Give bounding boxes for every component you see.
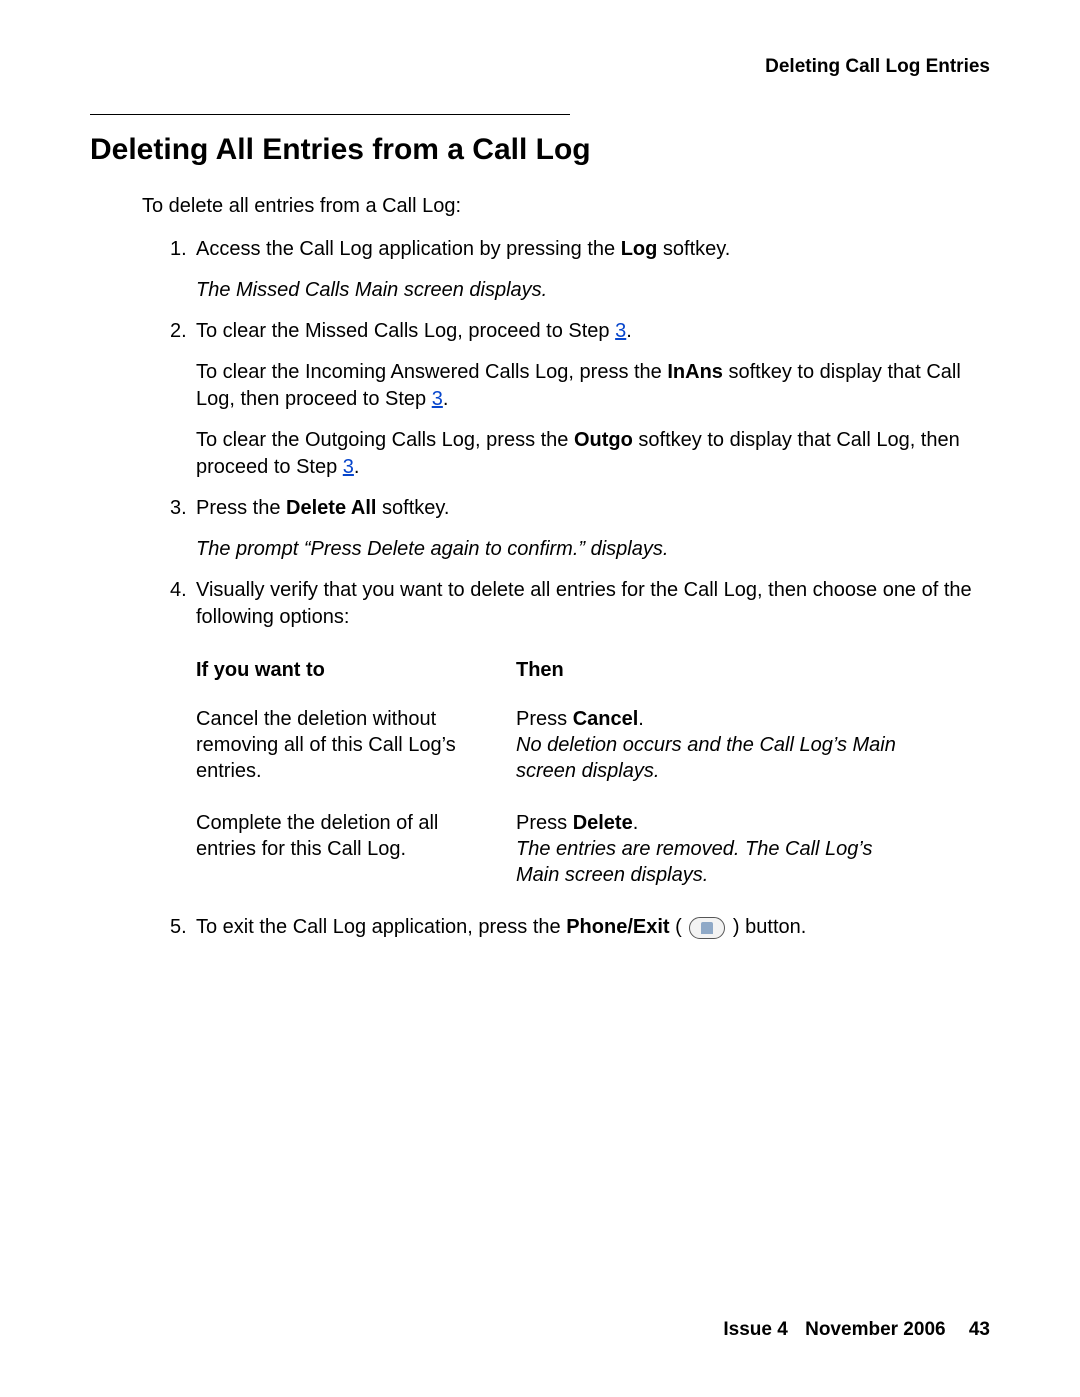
intro-text: To delete all entries from a Call Log: bbox=[142, 195, 990, 218]
step-text: Access the Call Log application by press… bbox=[196, 238, 621, 260]
table-header-then: Then bbox=[516, 657, 916, 684]
step-5: 5. To exit the Call Log application, pre… bbox=[170, 914, 990, 941]
then-text: . bbox=[633, 812, 639, 834]
table-cell-then: Press Delete. The entries are removed. T… bbox=[516, 810, 916, 888]
step-text: To clear the Missed Calls Log, proceed t… bbox=[196, 320, 615, 342]
step-cross-ref[interactable]: 3 bbox=[343, 456, 354, 478]
decision-table: If you want to Then Cancel the deletion … bbox=[196, 657, 916, 888]
procedure-list: 1. Access the Call Log application by pr… bbox=[170, 236, 990, 941]
step-text: To clear the Outgoing Calls Log, press t… bbox=[196, 429, 574, 451]
step-text: . bbox=[443, 388, 449, 410]
step-text: button. bbox=[745, 916, 806, 938]
then-text: Press bbox=[516, 708, 573, 730]
section-title: Deleting All Entries from a Call Log bbox=[90, 133, 990, 167]
softkey-name: Delete All bbox=[286, 497, 376, 519]
then-text: Press bbox=[516, 812, 573, 834]
step-text: To clear the Incoming Answered Calls Log… bbox=[196, 361, 667, 383]
step-cross-ref[interactable]: 3 bbox=[432, 388, 443, 410]
section-rule bbox=[90, 114, 570, 115]
step-text: softkey. bbox=[376, 497, 449, 519]
step-2: 2. To clear the Missed Calls Log, procee… bbox=[170, 318, 990, 481]
softkey-name: Delete bbox=[573, 812, 633, 834]
softkey-name: Cancel bbox=[573, 708, 639, 730]
step-text: ) bbox=[727, 916, 745, 938]
running-header: Deleting Call Log Entries bbox=[90, 56, 990, 78]
step-text: Visually verify that you want to delete … bbox=[196, 579, 972, 628]
table-row: Complete the deletion of all entries for… bbox=[196, 810, 916, 888]
table-row: Cancel the deletion without removing all… bbox=[196, 706, 916, 784]
table-cell-if: Cancel the deletion without removing all… bbox=[196, 706, 516, 784]
step-text: Press the bbox=[196, 497, 286, 519]
document-page: Deleting Call Log Entries Deleting All E… bbox=[0, 0, 1080, 1397]
step-4: 4. Visually verify that you want to dele… bbox=[170, 577, 990, 888]
then-result: The entries are removed. The Call Log’s … bbox=[516, 838, 872, 886]
footer-issue: Issue 4 bbox=[723, 1319, 787, 1340]
step-number: 5. bbox=[170, 914, 187, 941]
then-text: . bbox=[638, 708, 644, 730]
button-name: Phone/Exit bbox=[566, 916, 669, 938]
step-result: The prompt “Press Delete again to confir… bbox=[196, 538, 668, 560]
step-result: The Missed Calls Main screen displays. bbox=[196, 279, 547, 301]
table-cell-if: Complete the deletion of all entries for… bbox=[196, 810, 516, 888]
step-number: 2. bbox=[170, 318, 187, 345]
step-1: 1. Access the Call Log application by pr… bbox=[170, 236, 990, 304]
table-cell-then: Press Cancel. No deletion occurs and the… bbox=[516, 706, 916, 784]
step-number: 3. bbox=[170, 495, 187, 522]
step-text: To exit the Call Log application, press … bbox=[196, 916, 566, 938]
then-result: No deletion occurs and the Call Log’s Ma… bbox=[516, 734, 896, 782]
phone-exit-icon bbox=[689, 917, 725, 939]
page-footer: Issue 4 November 2006 43 bbox=[723, 1319, 990, 1341]
footer-page-number: 43 bbox=[969, 1319, 990, 1340]
softkey-name: InAns bbox=[667, 361, 723, 383]
step-3: 3. Press the Delete All softkey. The pro… bbox=[170, 495, 990, 563]
table-header-if: If you want to bbox=[196, 657, 516, 684]
step-number: 1. bbox=[170, 236, 187, 263]
softkey-name: Log bbox=[621, 238, 658, 260]
step-text: softkey. bbox=[657, 238, 730, 260]
step-text: . bbox=[354, 456, 360, 478]
footer-date: November 2006 bbox=[805, 1319, 945, 1340]
softkey-name: Outgo bbox=[574, 429, 633, 451]
step-number: 4. bbox=[170, 577, 187, 604]
step-cross-ref[interactable]: 3 bbox=[615, 320, 626, 342]
step-text: ( bbox=[670, 916, 688, 938]
step-text: . bbox=[626, 320, 632, 342]
